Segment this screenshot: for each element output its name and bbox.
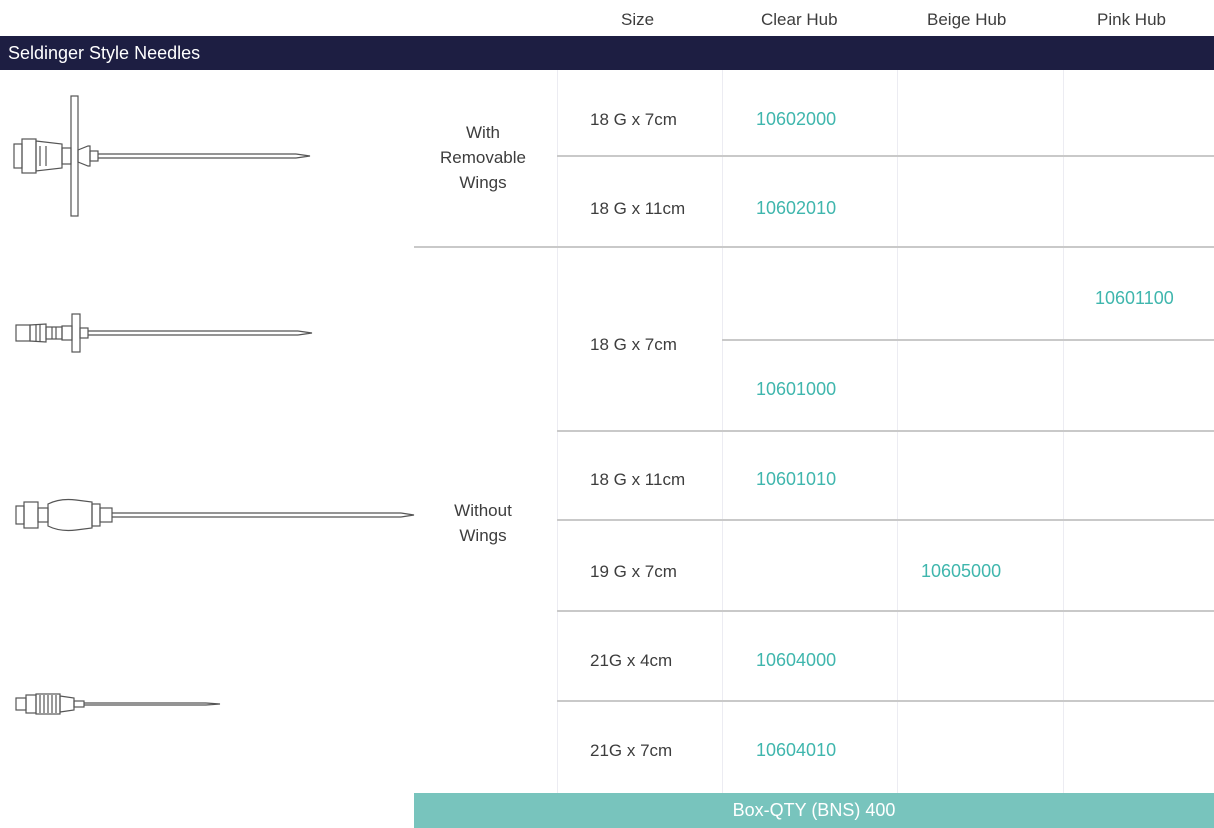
winged-needle-icon <box>13 95 311 217</box>
size-cell: 18 G x 7cm <box>590 110 677 129</box>
group-label-line: Without <box>454 501 512 520</box>
size-cell: 18 G x 7cm <box>590 335 677 354</box>
product-code-beige: 10605000 <box>921 561 1002 581</box>
short-hub-needle-icon <box>15 313 313 353</box>
size-cell: 21G x 7cm <box>590 741 673 760</box>
row-divider <box>557 610 1214 612</box>
row-divider <box>557 519 1214 521</box>
row-divider <box>557 155 1214 157</box>
size-cell: 18 G x 11cm <box>590 199 686 218</box>
product-code-clear: 10602010 <box>756 198 837 218</box>
header-beige-hub: Beige Hub <box>927 10 1007 29</box>
product-code-clear: 10604000 <box>756 650 837 670</box>
product-code-clear: 10601010 <box>756 469 837 489</box>
size-cell: 21G x 4cm <box>590 651 673 670</box>
header-pink-hub: Pink Hub <box>1097 10 1166 29</box>
header-clear-hub: Clear Hub <box>761 10 838 29</box>
group-label-line: With <box>466 123 500 142</box>
small-needle-icon <box>15 693 221 715</box>
row-divider <box>414 246 1214 248</box>
box-quantity-label: Box-QTY (BNS) 400 <box>732 800 896 820</box>
group-label-line: Wings <box>459 526 507 545</box>
product-code-clear: 10601000 <box>756 379 837 399</box>
table-title: Seldinger Style Needles <box>8 43 201 63</box>
group-label-with-wings: With Removable Wings <box>418 120 548 195</box>
product-code-pink: 10601100 <box>1095 288 1174 308</box>
group-label-line: Wings <box>459 173 507 192</box>
group-label-line: Removable <box>440 148 526 167</box>
row-divider <box>722 339 1214 341</box>
row-divider <box>557 430 1214 432</box>
group-label-without-wings: Without Wings <box>418 498 548 548</box>
header-size: Size <box>621 10 655 29</box>
product-code-clear: 10604010 <box>756 740 837 760</box>
size-cell: 18 G x 11cm <box>590 470 686 489</box>
size-cell: 19 G x 7cm <box>590 562 677 581</box>
row-divider <box>557 700 1214 702</box>
product-code-clear: 10602000 <box>756 109 837 129</box>
long-needle-icon <box>15 498 415 532</box>
